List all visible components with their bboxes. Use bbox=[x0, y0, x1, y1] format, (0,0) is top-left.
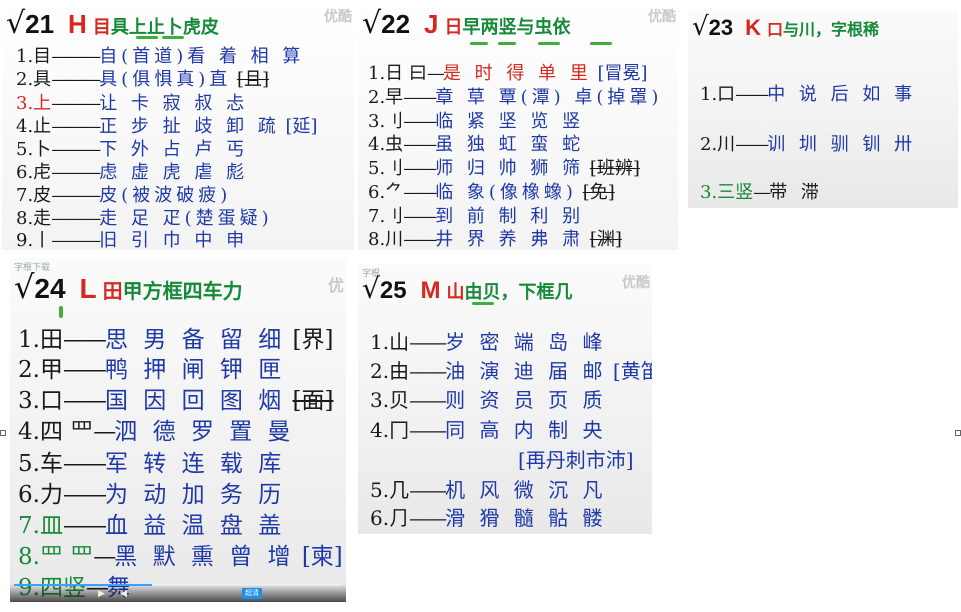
resize-handle[interactable] bbox=[955, 430, 961, 436]
list-item: 5.车——军 转 连 载 库 bbox=[18, 451, 286, 477]
list-item: 3.三竖—带 滞 bbox=[700, 182, 823, 203]
card-title: 日早两竖与虫依 bbox=[445, 13, 571, 39]
list-item: 6.力——为 动 加 务 历 bbox=[18, 482, 286, 508]
list-item: [再丹刺市沛] bbox=[518, 448, 634, 472]
checkmark-icon: √ bbox=[362, 272, 380, 305]
checkmark-icon: √ bbox=[362, 6, 382, 41]
list-item: 6.⺈——临 象(像橡蟓) [免] bbox=[368, 182, 615, 203]
checkmark-icon: √ bbox=[6, 6, 26, 41]
card-25: 字根 √ 25 M 山由贝，下框几 优酷 1.山——岁 密 端 岛 峰 2.由—… bbox=[358, 264, 652, 534]
title-rest: 早两竖与虫依 bbox=[462, 17, 571, 38]
card-24-header: √ 24 L 田甲方框四车力 bbox=[14, 268, 243, 306]
list-item: 2.由——油 演 迪 届 邮 [黄笛] bbox=[370, 359, 652, 383]
title-underline bbox=[136, 36, 158, 39]
title-underline bbox=[162, 36, 184, 39]
card-21-header: √ 21 H 目具上止卜虎皮 bbox=[6, 6, 219, 41]
hd-quality-button[interactable]: 超清 bbox=[242, 588, 262, 599]
title-underline bbox=[590, 42, 612, 45]
watermark: 优 bbox=[327, 276, 344, 295]
list-item: 5.刂——师 归 帅 狮 筛 [班辨] bbox=[368, 158, 640, 179]
card-23: √ 23 K 口与川，字根稀 1.口——中 说 后 如 事 2.川——训 圳 驯… bbox=[688, 10, 958, 208]
title-rest: 与川，字根稀 bbox=[782, 20, 879, 39]
list-item: 7.皿——血 益 温 盘 盖 bbox=[18, 513, 286, 539]
list-item: 6.⺆——滑 猾 髓 骷 髅 bbox=[370, 506, 607, 530]
list-item: 1.日 曰—是 时 得 单 里 [冒冕] bbox=[368, 63, 648, 84]
video-player-bar: ▶ ◀ 超清 bbox=[10, 584, 346, 602]
volume-icon[interactable]: ◀ bbox=[120, 589, 130, 599]
title-root: 日 bbox=[444, 17, 463, 38]
progress-fill bbox=[14, 584, 152, 586]
title-underline bbox=[59, 306, 63, 318]
list-item: 2.川——训 圳 驯 钏 卅 bbox=[700, 134, 917, 155]
list-item: 4.虫——虽 独 虹 蛮 蛇 bbox=[368, 134, 585, 155]
card-22: √ 22 J 日早两竖与虫依 优酷 1.日 曰—是 时 得 单 里 [冒冕] 2… bbox=[358, 2, 678, 250]
card-22-header: √ 22 J 日早两竖与虫依 bbox=[362, 6, 571, 41]
title-rest: 具上止卜虎皮 bbox=[110, 17, 219, 38]
card-title: 田甲方框四车力 bbox=[103, 275, 243, 304]
list-item: 9.丨———旧 引 巾 中 申 bbox=[16, 230, 249, 250]
list-item: 3.贝——则 资 员 页 质 bbox=[370, 388, 607, 412]
lesson-number: 25 bbox=[379, 277, 407, 304]
card-title: 口与川，字根稀 bbox=[767, 16, 879, 40]
key-letter: H bbox=[68, 9, 87, 39]
watermark: 优酷 bbox=[324, 9, 352, 25]
card-23-header: √ 23 K 口与川，字根稀 bbox=[692, 12, 879, 42]
lesson-number: 23 bbox=[708, 15, 734, 40]
list-item: 1.山——岁 密 端 岛 峰 bbox=[370, 330, 607, 354]
title-underline bbox=[470, 42, 488, 45]
title-root: 田 bbox=[102, 279, 123, 303]
list-item: 5.几——机 风 微 沉 凡 bbox=[370, 478, 607, 502]
lesson-number: 24 bbox=[34, 273, 66, 304]
title-underline bbox=[498, 42, 516, 45]
list-item: 8.川——井 界 养 弗 肃 [渊] bbox=[368, 229, 622, 250]
key-letter: M bbox=[420, 277, 441, 304]
list-item: 4.冂——同 高 内 制 央 bbox=[370, 418, 607, 442]
key-letter: L bbox=[79, 273, 97, 304]
title-root: 目 bbox=[92, 17, 111, 38]
list-item: 3.口——国 因 回 图 烟 [面] bbox=[18, 388, 334, 414]
title-underline bbox=[538, 42, 560, 45]
list-item: 1.口——中 说 后 如 事 bbox=[700, 84, 917, 105]
card-title: 山由贝，下框几 bbox=[447, 278, 573, 304]
watermark: 优酷 bbox=[648, 9, 676, 25]
title-root: 山 bbox=[446, 282, 465, 303]
key-letter: K bbox=[745, 15, 761, 40]
title-underline bbox=[472, 302, 494, 305]
checkmark-icon: √ bbox=[14, 268, 35, 306]
key-letter: J bbox=[424, 9, 439, 39]
progress-bar[interactable] bbox=[14, 584, 342, 586]
lesson-number: 21 bbox=[25, 9, 55, 39]
lesson-number: 22 bbox=[381, 9, 411, 39]
title-rest: 甲方框四车力 bbox=[122, 279, 243, 303]
card-24: 字根下载 √ 24 L 田甲方框四车力 优 1.田——思 男 备 留 细 [界]… bbox=[10, 258, 346, 602]
watermark: 优酷 bbox=[622, 275, 650, 291]
card-21: √ 21 H 目具上止卜虎皮 优酷 1.目———自(首道)看 着 相 算 2.具… bbox=[2, 2, 354, 250]
play-icon[interactable]: ▶ bbox=[98, 589, 108, 599]
title-rest: 由贝，下框几 bbox=[464, 282, 573, 303]
list-item: 8.罒 罒—黑 默 熏 曾 增 [柬] bbox=[18, 544, 343, 570]
list-item: 4.四 罒—泗 德 罗 置 曼 bbox=[18, 419, 295, 445]
list-item: 1.田——思 男 备 留 细 [界] bbox=[18, 327, 334, 353]
resize-handle[interactable] bbox=[0, 430, 6, 436]
list-item: 2.早——章 草 覃(潭) 卓(掉罩) bbox=[368, 87, 663, 108]
card-25-header: √ 25 M 山由贝，下框几 bbox=[362, 272, 573, 305]
title-root: 口 bbox=[766, 20, 783, 39]
checkmark-icon: √ bbox=[692, 12, 709, 42]
list-item: 2.具———具(俱惧真)直 [且] bbox=[16, 69, 270, 90]
list-item: 2.甲——鸭 押 闸 钾 匣 bbox=[18, 357, 286, 383]
